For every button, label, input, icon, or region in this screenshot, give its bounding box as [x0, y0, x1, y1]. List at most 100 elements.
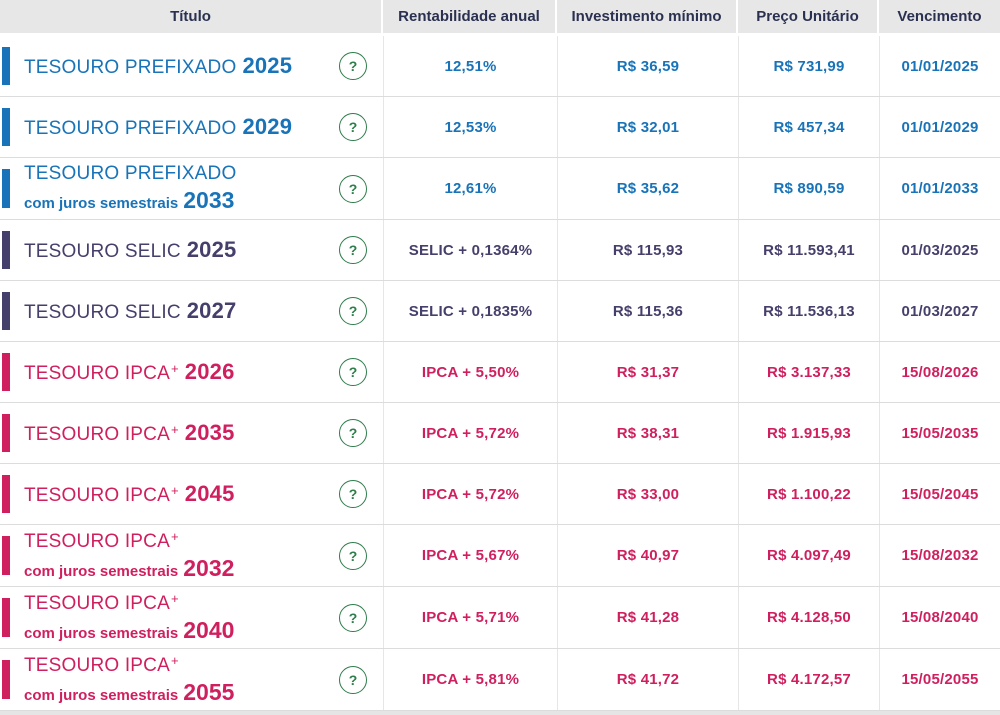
column-header-preco-unitario: Preço Unitário	[738, 0, 877, 33]
table-row: TESOURO IPCA+ 2045 ? IPCA + 5,72% R$ 33,0…	[0, 464, 1000, 525]
bond-title-cell: TESOURO IPCA+ com juros semestrais 2055 ?	[0, 649, 383, 710]
min-investment-cell: R$ 41,72	[557, 649, 738, 710]
min-investment-cell: R$ 31,37	[557, 342, 738, 402]
ipca-plus-sup: +	[170, 528, 179, 544]
min-investment-cell: R$ 36,59	[557, 36, 738, 96]
ipca-plus-sup: +	[170, 482, 179, 498]
unit-price-cell: R$ 1.100,22	[738, 464, 879, 524]
bond-title-cell: TESOURO IPCA+ com juros semestrais 2040 ?	[0, 587, 383, 648]
help-icon[interactable]: ?	[339, 236, 367, 264]
question-mark-glyph: ?	[348, 58, 358, 74]
bond-color-bar	[2, 231, 10, 269]
maturity-date-cell: 01/01/2025	[879, 36, 1000, 96]
bond-color-bar	[2, 414, 10, 452]
min-investment-cell: R$ 115,36	[557, 281, 738, 341]
table-row: TESOURO IPCA+ com juros semestrais 2040 ?…	[0, 587, 1000, 649]
bond-title: TESOURO SELIC 2027	[24, 298, 237, 325]
bond-year: 2033	[183, 186, 235, 213]
bond-year: 2045	[184, 480, 235, 506]
bond-year: 2040	[183, 616, 235, 643]
bond-title: TESOURO PREFIXADO com juros semestrais 20…	[24, 163, 236, 214]
bond-color-bar	[2, 660, 10, 699]
column-header-vencimento: Vencimento	[879, 0, 1000, 33]
question-mark-glyph: ?	[348, 609, 358, 626]
bond-title-cell: TESOURO PREFIXADO com juros semestrais 20…	[0, 158, 383, 219]
table-row: TESOURO PREFIXADO com juros semestrais 20…	[0, 158, 1000, 220]
table-row: TESOURO IPCA+ 2035 ? IPCA + 5,72% R$ 38,3…	[0, 403, 1000, 464]
bond-name: TESOURO PREFIXADO	[24, 162, 237, 184]
bond-color-bar	[2, 598, 10, 637]
question-mark-glyph: ?	[348, 671, 358, 688]
unit-price-cell: R$ 890,59	[738, 158, 879, 219]
min-investment-cell: R$ 38,31	[557, 403, 738, 463]
bond-year: 2032	[183, 554, 235, 581]
bond-name: TESOURO IPCA	[24, 530, 170, 552]
bond-table: Título Rentabilidade anual Investimento …	[0, 0, 1000, 715]
help-icon[interactable]: ?	[339, 113, 367, 141]
annual-rate-cell: 12,53%	[383, 97, 557, 157]
question-mark-glyph: ?	[348, 486, 358, 502]
bond-title-cell: TESOURO SELIC 2025 ?	[0, 220, 383, 280]
bond-title: TESOURO IPCA+ 2045	[24, 481, 235, 508]
annual-rate-cell: IPCA + 5,71%	[383, 587, 557, 648]
bond-name: TESOURO IPCA	[24, 654, 170, 676]
min-investment-cell: R$ 32,01	[557, 97, 738, 157]
bond-title-cell: TESOURO SELIC 2027 ?	[0, 281, 383, 341]
maturity-date-cell: 15/05/2055	[879, 649, 1000, 710]
help-icon[interactable]: ?	[339, 419, 367, 447]
annual-rate-cell: 12,51%	[383, 36, 557, 96]
bond-year: 2025	[186, 236, 237, 262]
bond-subtitle: com juros semestrais	[24, 562, 179, 580]
min-investment-cell: R$ 115,93	[557, 220, 738, 280]
help-icon[interactable]: ?	[339, 603, 367, 632]
bond-color-bar	[2, 536, 10, 575]
annual-rate-cell: IPCA + 5,50%	[383, 342, 557, 402]
min-investment-cell: R$ 33,00	[557, 464, 738, 524]
bond-title: TESOURO IPCA+ com juros semestrais 2040	[24, 591, 234, 644]
ipca-plus-sup: +	[170, 360, 179, 376]
ipca-plus-sup: +	[170, 421, 179, 437]
bond-title-cell: TESOURO PREFIXADO 2029 ?	[0, 97, 383, 157]
unit-price-cell: R$ 4.097,49	[738, 525, 879, 586]
bond-name: TESOURO IPCA	[24, 592, 170, 614]
maturity-date-cell: 15/08/2032	[879, 525, 1000, 586]
bond-year: 2027	[186, 297, 237, 323]
unit-price-cell: R$ 731,99	[738, 36, 879, 96]
annual-rate-cell: IPCA + 5,67%	[383, 525, 557, 586]
unit-price-cell: R$ 4.172,57	[738, 649, 879, 710]
unit-price-cell: R$ 11.593,41	[738, 220, 879, 280]
maturity-date-cell: 15/08/2040	[879, 587, 1000, 648]
bond-subtitle: com juros semestrais	[24, 194, 179, 212]
bond-title-cell: TESOURO IPCA+ com juros semestrais 2032 ?	[0, 525, 383, 586]
bond-year: 2029	[242, 113, 293, 139]
help-icon[interactable]: ?	[339, 480, 367, 508]
min-investment-cell: R$ 35,62	[557, 158, 738, 219]
bond-color-bar	[2, 292, 10, 330]
table-header: Título Rentabilidade anual Investimento …	[0, 0, 1000, 33]
bond-name: TESOURO IPCA	[24, 362, 170, 384]
bond-color-bar	[2, 108, 10, 146]
bond-name: TESOURO IPCA	[24, 423, 170, 445]
maturity-date-cell: 15/05/2045	[879, 464, 1000, 524]
table-row: TESOURO IPCA+ com juros semestrais 2055 ?…	[0, 649, 1000, 711]
bond-name: TESOURO IPCA	[24, 484, 170, 506]
bond-year: 2025	[242, 52, 293, 78]
help-icon[interactable]: ?	[339, 297, 367, 325]
bond-name: TESOURO SELIC	[24, 240, 181, 262]
bond-name: TESOURO PREFIXADO	[24, 117, 237, 139]
bond-title: TESOURO IPCA+ com juros semestrais 2032	[24, 529, 234, 582]
help-icon[interactable]: ?	[339, 541, 367, 570]
ipca-plus-sup: +	[170, 652, 179, 668]
help-icon[interactable]: ?	[339, 358, 367, 386]
annual-rate-cell: IPCA + 5,81%	[383, 649, 557, 710]
table-row: TESOURO SELIC 2025 ? SELIC + 0,1364% R$ 1…	[0, 220, 1000, 281]
help-icon[interactable]: ?	[339, 665, 367, 694]
help-icon[interactable]: ?	[339, 52, 367, 80]
table-row: TESOURO IPCA+ 2026 ? IPCA + 5,50% R$ 31,3…	[0, 342, 1000, 403]
maturity-date-cell: 01/01/2033	[879, 158, 1000, 219]
table-body: TESOURO PREFIXADO 2025 ? 12,51% R$ 36,59 …	[0, 36, 1000, 711]
min-investment-cell: R$ 40,97	[557, 525, 738, 586]
table-row: TESOURO SELIC 2027 ? SELIC + 0,1835% R$ 1…	[0, 281, 1000, 342]
question-mark-glyph: ?	[348, 303, 358, 319]
help-icon[interactable]: ?	[339, 174, 367, 203]
